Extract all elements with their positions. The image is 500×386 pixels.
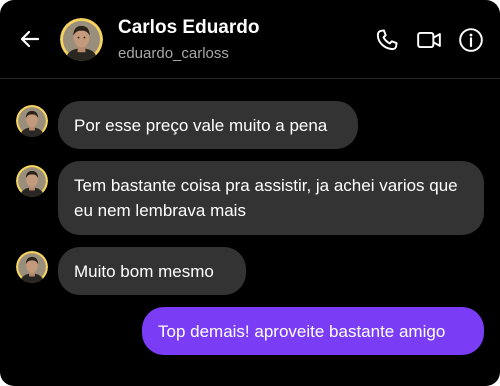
- contact-name[interactable]: Carlos Eduardo: [118, 17, 259, 39]
- sender-avatar[interactable]: [16, 105, 48, 137]
- message-bubble-outgoing[interactable]: Top demais! aproveite bastante amigo: [142, 307, 484, 355]
- message-bubble-incoming[interactable]: Muito bom mesmo: [58, 247, 246, 295]
- info-button[interactable]: [458, 27, 484, 53]
- contact-avatar[interactable]: [60, 18, 103, 61]
- phone-icon: [376, 29, 398, 51]
- back-button[interactable]: [18, 27, 42, 51]
- arrow-left-icon: [20, 30, 40, 48]
- chat-window: Carlos Eduardo eduardo_carloss Por esse …: [0, 0, 500, 386]
- voice-call-button[interactable]: [374, 27, 400, 53]
- sender-avatar[interactable]: [16, 165, 48, 197]
- chat-header: Carlos Eduardo eduardo_carloss: [0, 0, 500, 79]
- video-camera-icon: [417, 31, 441, 49]
- message-bubble-incoming[interactable]: Tem bastante coisa pra assistir, ja ache…: [58, 161, 484, 235]
- sender-avatar[interactable]: [16, 251, 48, 283]
- video-call-button[interactable]: [416, 27, 442, 53]
- contact-username[interactable]: eduardo_carloss: [118, 45, 229, 62]
- info-icon: [459, 28, 483, 52]
- message-bubble-incoming[interactable]: Por esse preço vale muito a pena: [58, 101, 358, 149]
